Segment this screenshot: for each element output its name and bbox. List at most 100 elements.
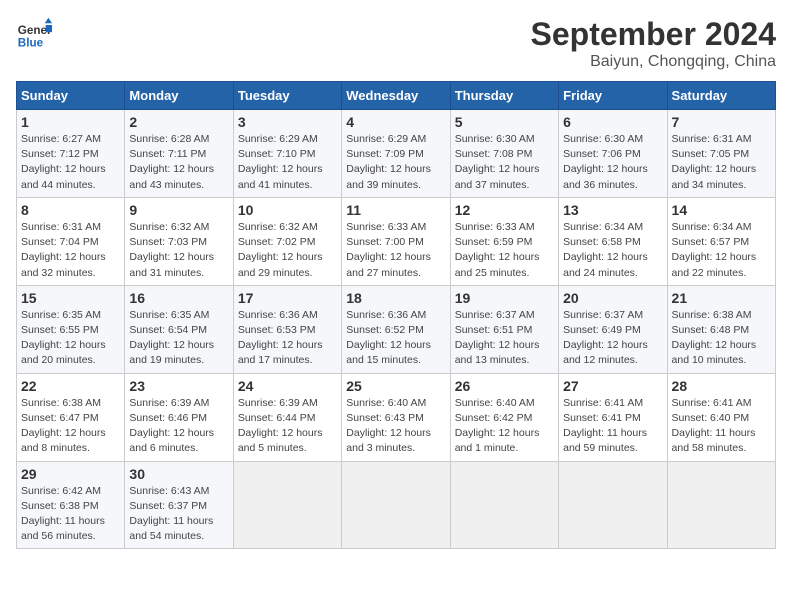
calendar-week-4: 22 Sunrise: 6:38 AMSunset: 6:47 PMDaylig… [17, 373, 776, 461]
day-info: Sunrise: 6:29 AMSunset: 7:09 PMDaylight:… [346, 132, 445, 193]
day-number: 19 [455, 290, 554, 306]
day-number: 25 [346, 378, 445, 394]
day-number: 27 [563, 378, 662, 394]
day-number: 12 [455, 202, 554, 218]
day-info: Sunrise: 6:31 AMSunset: 7:05 PMDaylight:… [672, 132, 771, 193]
day-number: 5 [455, 114, 554, 130]
day-info: Sunrise: 6:36 AMSunset: 6:53 PMDaylight:… [238, 308, 337, 369]
day-info: Sunrise: 6:35 AMSunset: 6:55 PMDaylight:… [21, 308, 120, 369]
calendar-cell [667, 461, 775, 549]
day-header-sunday: Sunday [17, 82, 125, 110]
day-info: Sunrise: 6:29 AMSunset: 7:10 PMDaylight:… [238, 132, 337, 193]
day-info: Sunrise: 6:42 AMSunset: 6:38 PMDaylight:… [21, 484, 120, 545]
calendar-cell: 1 Sunrise: 6:27 AMSunset: 7:12 PMDayligh… [17, 110, 125, 198]
month-title: September 2024 [531, 16, 776, 53]
day-info: Sunrise: 6:31 AMSunset: 7:04 PMDaylight:… [21, 220, 120, 281]
calendar-cell: 22 Sunrise: 6:38 AMSunset: 6:47 PMDaylig… [17, 373, 125, 461]
calendar-header-row: SundayMondayTuesdayWednesdayThursdayFrid… [17, 82, 776, 110]
day-info: Sunrise: 6:40 AMSunset: 6:43 PMDaylight:… [346, 396, 445, 457]
calendar-cell: 9 Sunrise: 6:32 AMSunset: 7:03 PMDayligh… [125, 197, 233, 285]
day-info: Sunrise: 6:35 AMSunset: 6:54 PMDaylight:… [129, 308, 228, 369]
calendar-week-5: 29 Sunrise: 6:42 AMSunset: 6:38 PMDaylig… [17, 461, 776, 549]
day-number: 14 [672, 202, 771, 218]
calendar-cell [559, 461, 667, 549]
calendar-cell: 11 Sunrise: 6:33 AMSunset: 7:00 PMDaylig… [342, 197, 450, 285]
day-number: 29 [21, 466, 120, 482]
calendar-cell: 24 Sunrise: 6:39 AMSunset: 6:44 PMDaylig… [233, 373, 341, 461]
calendar-cell: 21 Sunrise: 6:38 AMSunset: 6:48 PMDaylig… [667, 285, 775, 373]
calendar-cell: 12 Sunrise: 6:33 AMSunset: 6:59 PMDaylig… [450, 197, 558, 285]
day-info: Sunrise: 6:41 AMSunset: 6:41 PMDaylight:… [563, 396, 662, 457]
calendar-cell: 18 Sunrise: 6:36 AMSunset: 6:52 PMDaylig… [342, 285, 450, 373]
day-info: Sunrise: 6:37 AMSunset: 6:49 PMDaylight:… [563, 308, 662, 369]
day-info: Sunrise: 6:34 AMSunset: 6:58 PMDaylight:… [563, 220, 662, 281]
day-header-monday: Monday [125, 82, 233, 110]
day-number: 18 [346, 290, 445, 306]
day-header-saturday: Saturday [667, 82, 775, 110]
day-number: 11 [346, 202, 445, 218]
day-info: Sunrise: 6:33 AMSunset: 7:00 PMDaylight:… [346, 220, 445, 281]
calendar-cell: 3 Sunrise: 6:29 AMSunset: 7:10 PMDayligh… [233, 110, 341, 198]
calendar-cell: 19 Sunrise: 6:37 AMSunset: 6:51 PMDaylig… [450, 285, 558, 373]
calendar-cell: 14 Sunrise: 6:34 AMSunset: 6:57 PMDaylig… [667, 197, 775, 285]
calendar-cell: 30 Sunrise: 6:43 AMSunset: 6:37 PMDaylig… [125, 461, 233, 549]
calendar-cell: 25 Sunrise: 6:40 AMSunset: 6:43 PMDaylig… [342, 373, 450, 461]
calendar-cell: 29 Sunrise: 6:42 AMSunset: 6:38 PMDaylig… [17, 461, 125, 549]
day-number: 26 [455, 378, 554, 394]
day-number: 4 [346, 114, 445, 130]
calendar-cell: 4 Sunrise: 6:29 AMSunset: 7:09 PMDayligh… [342, 110, 450, 198]
day-info: Sunrise: 6:28 AMSunset: 7:11 PMDaylight:… [129, 132, 228, 193]
day-number: 2 [129, 114, 228, 130]
calendar-cell [342, 461, 450, 549]
calendar-cell [233, 461, 341, 549]
day-info: Sunrise: 6:34 AMSunset: 6:57 PMDaylight:… [672, 220, 771, 281]
calendar-table: SundayMondayTuesdayWednesdayThursdayFrid… [16, 81, 776, 549]
day-info: Sunrise: 6:39 AMSunset: 6:46 PMDaylight:… [129, 396, 228, 457]
calendar-cell: 20 Sunrise: 6:37 AMSunset: 6:49 PMDaylig… [559, 285, 667, 373]
svg-text:Blue: Blue [18, 37, 44, 50]
day-number: 24 [238, 378, 337, 394]
calendar-body: 1 Sunrise: 6:27 AMSunset: 7:12 PMDayligh… [17, 110, 776, 549]
calendar-cell: 5 Sunrise: 6:30 AMSunset: 7:08 PMDayligh… [450, 110, 558, 198]
calendar-cell: 17 Sunrise: 6:36 AMSunset: 6:53 PMDaylig… [233, 285, 341, 373]
day-info: Sunrise: 6:30 AMSunset: 7:08 PMDaylight:… [455, 132, 554, 193]
day-number: 20 [563, 290, 662, 306]
day-number: 28 [672, 378, 771, 394]
day-info: Sunrise: 6:40 AMSunset: 6:42 PMDaylight:… [455, 396, 554, 457]
calendar-cell [450, 461, 558, 549]
day-info: Sunrise: 6:36 AMSunset: 6:52 PMDaylight:… [346, 308, 445, 369]
day-info: Sunrise: 6:38 AMSunset: 6:47 PMDaylight:… [21, 396, 120, 457]
day-header-friday: Friday [559, 82, 667, 110]
logo-icon: General Blue [16, 16, 52, 52]
page-header: General Blue September 2024 Baiyun, Chon… [16, 16, 776, 71]
day-info: Sunrise: 6:39 AMSunset: 6:44 PMDaylight:… [238, 396, 337, 457]
day-number: 1 [21, 114, 120, 130]
day-info: Sunrise: 6:30 AMSunset: 7:06 PMDaylight:… [563, 132, 662, 193]
calendar-cell: 6 Sunrise: 6:30 AMSunset: 7:06 PMDayligh… [559, 110, 667, 198]
day-info: Sunrise: 6:37 AMSunset: 6:51 PMDaylight:… [455, 308, 554, 369]
calendar-cell: 7 Sunrise: 6:31 AMSunset: 7:05 PMDayligh… [667, 110, 775, 198]
day-number: 21 [672, 290, 771, 306]
day-header-thursday: Thursday [450, 82, 558, 110]
day-info: Sunrise: 6:41 AMSunset: 6:40 PMDaylight:… [672, 396, 771, 457]
day-number: 3 [238, 114, 337, 130]
day-number: 6 [563, 114, 662, 130]
day-number: 23 [129, 378, 228, 394]
day-info: Sunrise: 6:33 AMSunset: 6:59 PMDaylight:… [455, 220, 554, 281]
day-info: Sunrise: 6:32 AMSunset: 7:02 PMDaylight:… [238, 220, 337, 281]
day-header-wednesday: Wednesday [342, 82, 450, 110]
calendar-cell: 16 Sunrise: 6:35 AMSunset: 6:54 PMDaylig… [125, 285, 233, 373]
day-info: Sunrise: 6:38 AMSunset: 6:48 PMDaylight:… [672, 308, 771, 369]
day-number: 7 [672, 114, 771, 130]
logo: General Blue [16, 16, 52, 52]
day-info: Sunrise: 6:27 AMSunset: 7:12 PMDaylight:… [21, 132, 120, 193]
day-number: 8 [21, 202, 120, 218]
day-number: 17 [238, 290, 337, 306]
calendar-cell: 8 Sunrise: 6:31 AMSunset: 7:04 PMDayligh… [17, 197, 125, 285]
calendar-cell: 15 Sunrise: 6:35 AMSunset: 6:55 PMDaylig… [17, 285, 125, 373]
day-number: 13 [563, 202, 662, 218]
day-number: 10 [238, 202, 337, 218]
day-number: 15 [21, 290, 120, 306]
day-number: 9 [129, 202, 228, 218]
location-title: Baiyun, Chongqing, China [531, 53, 776, 71]
